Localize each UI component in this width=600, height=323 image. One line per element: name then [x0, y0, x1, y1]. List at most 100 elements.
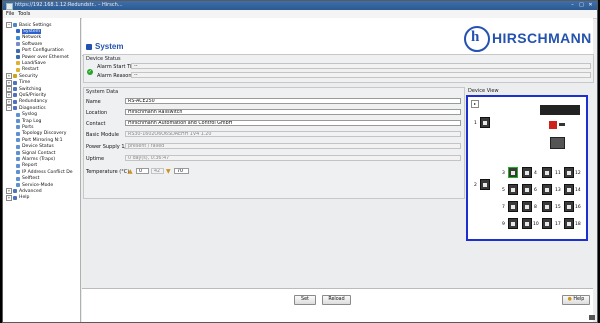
tree-item-restart[interactable]: Restart: [16, 67, 39, 73]
close-icon[interactable]: ✕: [587, 2, 594, 8]
tree-item-label: Software: [22, 41, 43, 47]
maximize-icon[interactable]: □: [578, 2, 585, 8]
tree-item-time[interactable]: + Time: [6, 79, 30, 86]
temp-max-input[interactable]: 70: [174, 168, 189, 174]
port-17[interactable]: [542, 218, 552, 229]
tree-item-report[interactable]: Report: [16, 163, 37, 169]
tree-item-topology-discovery[interactable]: Topology Discovery: [16, 131, 66, 137]
tree-item-qos-priority[interactable]: + QoS/Priority: [6, 92, 46, 99]
page-icon: [16, 61, 20, 66]
port-4[interactable]: [522, 167, 532, 178]
folder-icon: [13, 106, 17, 111]
tree-item-label: Service-Mode: [22, 182, 54, 188]
logo-letter: h: [471, 29, 480, 45]
tree-item-system[interactable]: System: [16, 28, 42, 34]
port-number-label: 13: [555, 188, 561, 193]
minimize-icon[interactable]: –: [569, 2, 576, 8]
tree-item-trap-log[interactable]: Trap Log: [16, 118, 41, 124]
expand-toggle-icon[interactable]: +: [6, 92, 12, 99]
page-icon: [16, 144, 20, 149]
port-number-label: 4: [534, 171, 537, 176]
resize-grip[interactable]: [589, 315, 595, 320]
name-input[interactable]: RS-ACE250: [125, 98, 461, 104]
port-13[interactable]: [542, 184, 552, 195]
tree-item-syslog[interactable]: Syslog: [16, 112, 37, 118]
port-14[interactable]: [564, 184, 574, 195]
temp-min-input[interactable]: 0: [136, 168, 149, 174]
tree-item-selftest[interactable]: Selftest: [16, 176, 39, 182]
tree-item-label: Network: [22, 35, 42, 41]
port-2[interactable]: [480, 179, 490, 190]
port-number-label: 5: [502, 188, 505, 193]
tree-item-signal-contact[interactable]: Signal Contact: [16, 150, 55, 156]
tree-item-ports[interactable]: Ports: [16, 124, 34, 130]
tree-item-network[interactable]: Network: [16, 35, 41, 41]
tree-item-port-mirroring-n-1[interactable]: Port Mirroring N:1: [16, 137, 63, 143]
device-view-panel[interactable]: ▸ 1 2 3 4 11 12 5 6 13 14 7 8 15 16 9 10 17 18: [466, 95, 588, 241]
title-bar: https://192.168.1.12:Redundstr.. – Hirsc…: [3, 1, 597, 10]
tree-item-power-over-ethernet[interactable]: Power over Ethernet: [16, 54, 69, 60]
folder-icon: [13, 87, 17, 91]
tree-item-redundancy[interactable]: + Redundancy: [6, 98, 47, 105]
tree-item-diagnostics[interactable]: − Diagnostics: [6, 105, 46, 112]
tree-item-label: Power over Ethernet: [22, 54, 69, 60]
port-18[interactable]: [564, 218, 574, 229]
tree-item-security[interactable]: + Security: [6, 73, 38, 80]
set-button[interactable]: Set: [294, 295, 316, 305]
menu-tools[interactable]: Tools: [18, 11, 30, 17]
tree-item-load-save[interactable]: Load/Save: [16, 60, 46, 66]
expand-toggle-icon[interactable]: −: [6, 22, 12, 28]
expand-toggle-icon[interactable]: −: [6, 105, 12, 112]
port-number-label: 6: [534, 188, 537, 193]
expand-toggle-icon[interactable]: +: [6, 73, 12, 80]
port-6[interactable]: [522, 184, 532, 195]
menu-file[interactable]: File: [6, 11, 14, 17]
port-3[interactable]: [508, 167, 518, 178]
tree-item-help[interactable]: + Help: [6, 194, 29, 201]
navigation-tree: − Basic Settings System Network Software Port…: [3, 18, 81, 322]
app-icon: [6, 3, 13, 10]
tree-item-basic-settings[interactable]: − Basic Settings: [6, 22, 51, 28]
usb-slot: [559, 123, 565, 126]
help-button[interactable]: ● Help: [562, 295, 590, 305]
tree-item-switching[interactable]: + Switching: [6, 86, 41, 92]
expand-toggle-icon[interactable]: +: [6, 79, 12, 86]
folder-icon: [13, 80, 17, 85]
tree-item-ip-address-conflict-de[interactable]: IP Address Conflict De: [16, 169, 73, 175]
tree-item-label: Switching: [19, 86, 42, 92]
tree-item-label: Security: [19, 73, 38, 79]
port-15[interactable]: [542, 201, 552, 212]
tree-item-service-mode[interactable]: Service-Mode: [16, 182, 53, 188]
reload-button[interactable]: Reload: [322, 295, 351, 305]
port-11[interactable]: [542, 167, 552, 178]
tree-item-software[interactable]: Software: [16, 41, 42, 47]
page-icon: [16, 138, 20, 143]
port-12[interactable]: [564, 167, 574, 178]
tree-item-label: Report: [22, 163, 38, 169]
port-7[interactable]: [508, 201, 518, 212]
page-icon: [16, 163, 20, 168]
window-title: https://192.168.1.12:Redundstr.. – Hirsc…: [15, 2, 123, 8]
expand-toggle-icon[interactable]: +: [6, 98, 12, 105]
expand-toggle-icon[interactable]: +: [6, 86, 12, 92]
power-supply-label: Power Supply 1/2: [86, 144, 130, 150]
tree-item-port-configuration[interactable]: Port Configuration: [16, 48, 64, 54]
expand-toggle-icon[interactable]: +: [6, 194, 12, 201]
device-corner-icon[interactable]: ▸: [471, 100, 479, 108]
port-9[interactable]: [508, 218, 518, 229]
port-number-label: 2: [474, 183, 477, 188]
alarm-reason-field: --: [131, 72, 591, 78]
port-16[interactable]: [564, 201, 574, 212]
contact-input[interactable]: Hirschmann Automation and Control GmbH: [125, 120, 461, 126]
port-1[interactable]: [480, 117, 490, 128]
tree-item-alarms-traps[interactable]: Alarms (Traps): [16, 156, 55, 162]
port-10[interactable]: [522, 218, 532, 229]
tree-item-device-status[interactable]: Device Status: [16, 144, 54, 150]
port-8[interactable]: [522, 201, 532, 212]
tree-item-label: IP Address Conflict De: [22, 169, 73, 175]
port-number-label: 15: [555, 205, 561, 210]
expand-toggle-icon[interactable]: +: [6, 188, 12, 195]
tree-item-advanced[interactable]: + Advanced: [6, 188, 42, 195]
location-input[interactable]: Hirschmann Railswitch: [125, 109, 461, 115]
port-5[interactable]: [508, 184, 518, 195]
